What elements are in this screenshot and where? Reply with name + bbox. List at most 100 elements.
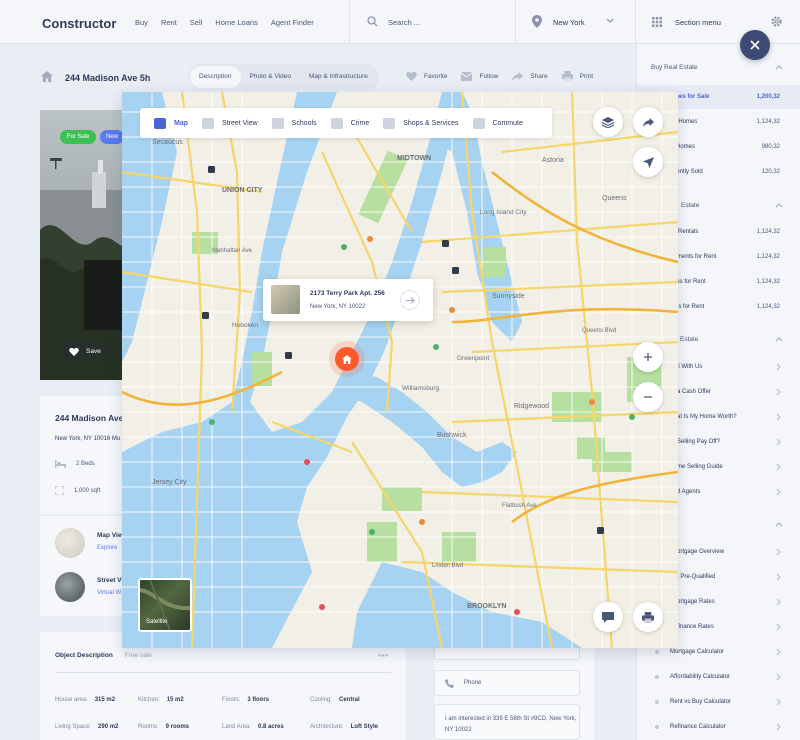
chevron-up-icon[interactable] — [775, 65, 783, 70]
city-select[interactable]: New York — [553, 18, 585, 27]
chevron-down-icon[interactable] — [606, 18, 614, 24]
beds-row: 2 Beds — [55, 460, 95, 468]
open-property-button[interactable] — [400, 290, 420, 310]
divider — [349, 0, 350, 44]
shop-icon — [383, 117, 396, 129]
gear-icon[interactable] — [770, 15, 783, 28]
sidebar-item-label: Rent vs Buy Calculator — [670, 699, 732, 705]
chat-button[interactable] — [593, 602, 623, 632]
map-label: Sunnyside — [492, 293, 525, 300]
chevron-up-icon[interactable] — [775, 203, 783, 208]
field-value: 315 m2 — [94, 697, 116, 703]
street-view-thumbnail[interactable] — [55, 572, 85, 602]
sidebar-item-count: 1,124,32 — [756, 254, 780, 260]
tab-description[interactable]: Description — [190, 66, 241, 88]
more-icon[interactable] — [378, 654, 388, 657]
search-input[interactable] — [388, 16, 498, 28]
field-value: 0.8 acres — [258, 724, 284, 730]
map-label: MIDTOWN — [397, 155, 431, 162]
navigation-arrow-icon — [642, 156, 654, 168]
flag-icon — [330, 117, 343, 129]
map-layer-tabs: Map Street View Schools Crime Shops & Se… — [140, 108, 552, 138]
field-label: Floors: — [222, 697, 241, 703]
nav-rent[interactable]: Rent — [161, 18, 177, 27]
chevron-up-icon[interactable] — [775, 522, 783, 527]
follow-button[interactable]: Follow — [461, 71, 498, 81]
chevron-right-icon — [776, 598, 781, 606]
zoom-out-button[interactable] — [633, 382, 663, 412]
message-field[interactable]: I am interested in 339 E 58th St #9CD, N… — [434, 704, 580, 740]
sidebar-item-label: Selling Pay Off? — [677, 439, 720, 445]
field-value: 15 m2 — [166, 697, 184, 703]
map-tab-label: Shops & Services — [403, 119, 459, 127]
sell-section-title[interactable]: Estate — [680, 336, 698, 343]
map-view-thumbnail[interactable] — [55, 528, 85, 558]
tab-object-description[interactable]: Object Description — [55, 652, 113, 659]
sidebar-item-refinance-calculator[interactable]: Refinance Calculator — [637, 715, 800, 739]
chevron-up-icon[interactable] — [775, 337, 783, 342]
sidebar-item-count: 120,32 — [761, 169, 780, 175]
home-icon — [41, 71, 53, 82]
listing-actions: Favorite Follow Share Print — [406, 71, 593, 81]
listing-photo[interactable] — [40, 110, 124, 380]
location-pin-icon — [532, 15, 542, 28]
description-card: Object Description Free sale House area:… — [40, 632, 406, 740]
nav-home-loans[interactable]: Home Loans — [215, 18, 258, 27]
sidebar-item-label: t Pre-Qualified — [677, 574, 716, 580]
locate-button[interactable] — [633, 147, 663, 177]
field-cooling: Cooling: Central — [310, 697, 360, 703]
sidebar-item-affordability-calculator[interactable]: Affordability Calculator — [637, 665, 800, 689]
share-map-button[interactable] — [633, 107, 663, 137]
nav-buy[interactable]: Buy — [135, 18, 148, 27]
map-tiles[interactable]: Secaucus UNION CITY Weehawken Hoboken Su… — [122, 92, 678, 648]
nav-agent-finder[interactable]: Agent Finder — [271, 18, 314, 27]
sidebar-item-rent-vs-buy[interactable]: Rent vs Buy Calculator — [637, 690, 800, 714]
grid-menu-icon[interactable] — [652, 17, 662, 27]
print-button[interactable]: Print — [561, 71, 593, 81]
description-tabs: Object Description Free sale — [55, 652, 152, 659]
street-view-link[interactable]: Virtual W — [97, 590, 121, 596]
field-house-area: House area: 315 m2 — [55, 697, 115, 703]
views-card: Map View Explore Street Vi Virtual W — [40, 516, 127, 616]
map-label: Linden Blvd — [432, 563, 463, 569]
rent-section-title[interactable]: Estate — [681, 202, 699, 209]
map-canvas[interactable]: Secaucus UNION CITY Weehawken Hoboken Su… — [122, 92, 678, 648]
plus-icon — [644, 353, 652, 361]
map-view-link[interactable]: Explore — [97, 545, 117, 551]
property-popup[interactable]: 2173 Terry Park Apt. 256 New York, NY 10… — [263, 279, 433, 321]
logo[interactable]: Constructor — [42, 16, 116, 31]
favorite-button[interactable]: Favorite — [406, 71, 447, 81]
sidebar-item-label: Affordability Calculator — [670, 674, 730, 680]
map-tab-schools[interactable]: Schools — [271, 117, 317, 129]
detail-tabs: Description Photo & Video Map & Infrastr… — [188, 64, 379, 90]
satellite-label: Satellite — [146, 619, 168, 625]
map-tab-crime[interactable]: Crime — [330, 117, 369, 129]
tab-map-infrastructure[interactable]: Map & Infrastructure — [300, 66, 377, 88]
nav-sell[interactable]: Sell — [190, 18, 203, 27]
save-button[interactable]: Save — [60, 341, 112, 361]
layers-button[interactable] — [593, 107, 623, 137]
map-tab-street-view[interactable]: Street View — [202, 117, 258, 129]
buy-section-title[interactable]: Buy Real Estate — [651, 64, 698, 71]
map-tab-map[interactable]: Map — [154, 117, 188, 129]
map-tab-commute[interactable]: Commute — [472, 117, 523, 129]
chevron-right-icon — [776, 438, 781, 446]
map-label: Ridgewood — [514, 403, 549, 410]
share-button[interactable]: Share — [512, 71, 548, 81]
bullet — [655, 650, 659, 654]
section-menu-label[interactable]: Section menu — [675, 18, 721, 27]
tab-photo-video[interactable]: Photo & Video — [241, 66, 300, 88]
tab-free-sale[interactable]: Free sale — [125, 652, 152, 659]
minus-icon — [644, 396, 652, 398]
close-map-button[interactable] — [740, 30, 770, 60]
map-tab-shops[interactable]: Shops & Services — [383, 117, 459, 129]
field-land-area: Land Area: 0.8 acres — [222, 724, 284, 730]
zoom-in-button[interactable] — [633, 342, 663, 372]
property-marker[interactable] — [335, 347, 359, 371]
print-map-button[interactable] — [633, 602, 663, 632]
map-label: Hoboken — [232, 322, 258, 329]
favorite-label: Favorite — [424, 72, 448, 80]
phone-field[interactable]: Phone — [434, 670, 580, 696]
phone-icon — [445, 678, 454, 688]
satellite-toggle[interactable]: Satellite — [138, 578, 192, 632]
